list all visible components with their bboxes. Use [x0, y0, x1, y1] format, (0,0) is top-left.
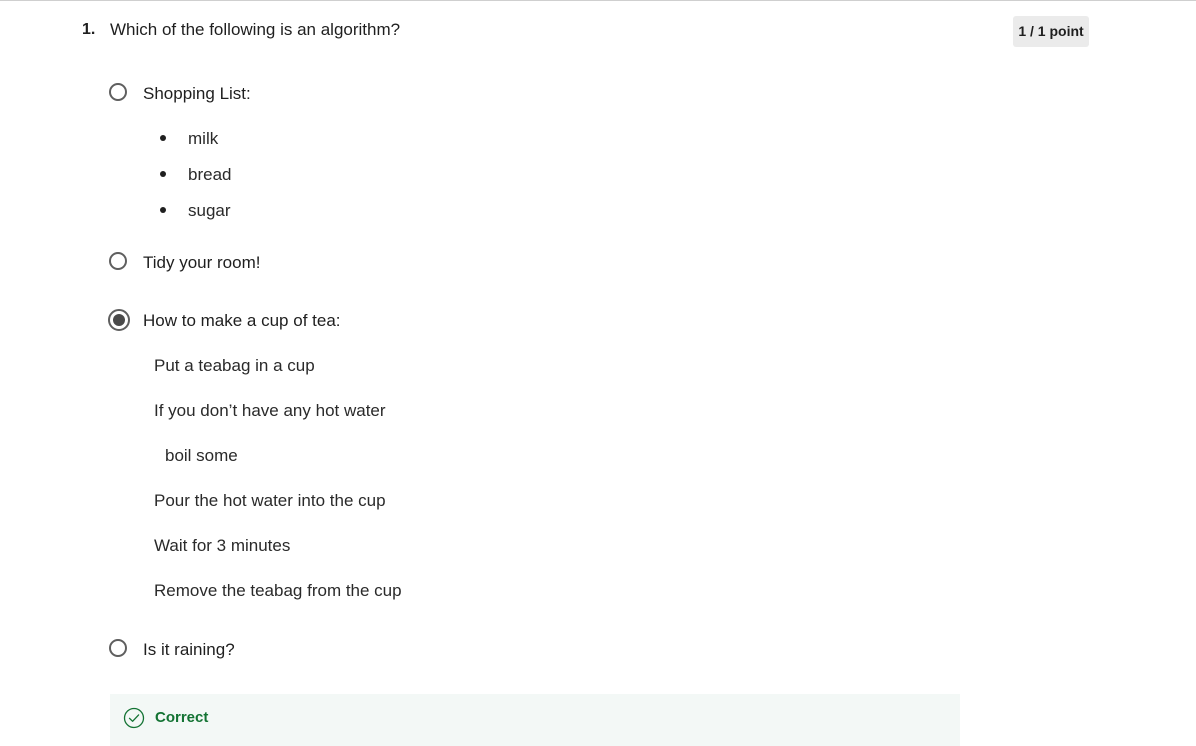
tea-step: If you don’t have any hot water — [154, 401, 386, 420]
quiz-page: 1. Which of the following is an algorith… — [0, 0, 1196, 746]
tea-step: Wait for 3 minutes — [154, 536, 291, 555]
tea-step: Pour the hot water into the cup — [154, 491, 386, 510]
score-badge: 1 / 1 point — [1013, 16, 1089, 47]
tea-step: Remove the teabag from the cup — [154, 581, 402, 600]
feedback-banner: Correct — [110, 694, 960, 746]
tea-step: boil some — [165, 446, 238, 465]
radio-option-is-it-raining[interactable] — [109, 639, 127, 657]
list-item: milk — [188, 129, 219, 148]
option-label-shopping-list: Shopping List: — [143, 84, 251, 103]
question-text: Which of the following is an algorithm? — [110, 20, 401, 39]
feedback-status: Correct — [155, 709, 209, 726]
option-label-is-it-raining: Is it raining? — [143, 640, 235, 659]
option-label-cup-of-tea: How to make a cup of tea: — [143, 311, 341, 330]
radio-option-shopping-list[interactable] — [109, 83, 127, 101]
bullet-icon — [160, 207, 166, 213]
list-item: sugar — [188, 201, 231, 220]
bullet-icon — [160, 171, 166, 177]
bullet-icon — [160, 135, 166, 141]
tea-step: Put a teabag in a cup — [154, 356, 315, 375]
option-label-tidy-room: Tidy your room! — [143, 253, 261, 272]
check-circle-icon — [123, 707, 145, 729]
radio-option-cup-of-tea[interactable] — [108, 309, 130, 331]
list-item: bread — [188, 165, 232, 184]
question-number: 1. — [82, 21, 96, 38]
top-divider — [0, 0, 1196, 1]
radio-option-tidy-room[interactable] — [109, 252, 127, 270]
